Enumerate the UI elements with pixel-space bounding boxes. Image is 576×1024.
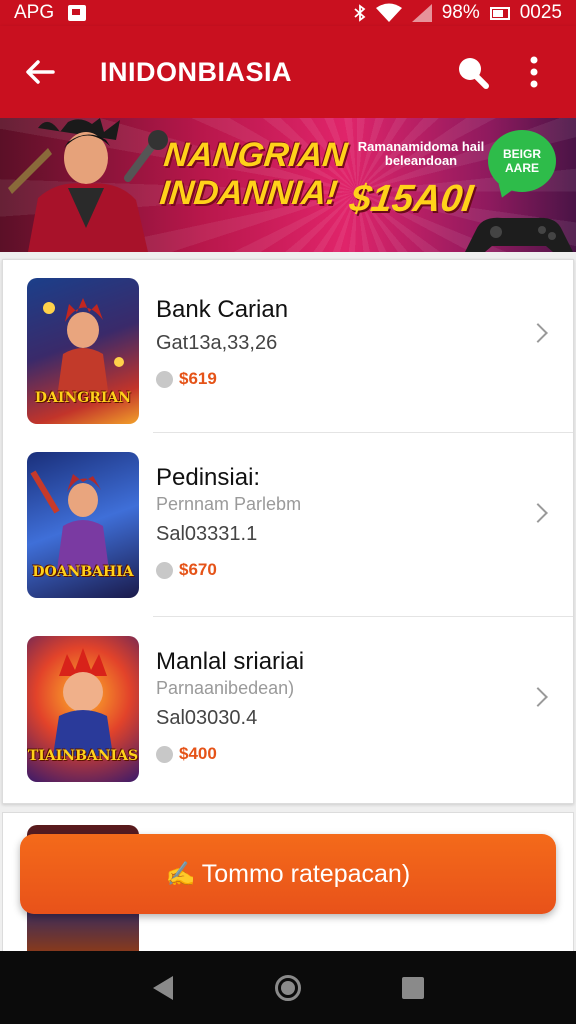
promo-banner[interactable]: NANGRIAN INDANNIA! Ramanamidoma hail bel… [0,118,576,252]
list-item[interactable]: TIAINBANIAS Manlal sriariai Parnaanibede… [3,624,573,808]
item-subtitle: Pernnam Parlebm [156,494,302,514]
promo-bubble: BEIGR AARE [488,130,556,192]
item-title: Manlal sriariai [156,648,305,675]
banner-headline: NANGRIAN INDANNIA! [158,136,350,212]
game-list: DAINGRIAN Bank Carian Gat13a,33,26 $619 … [2,259,574,804]
status-bar: APG 98% 0025 [0,0,576,26]
cta-label: Tommo ratepacan) [201,859,411,888]
thumbnail-title: DOANBAHIA [32,564,134,580]
coin-icon [156,561,173,579]
promo-bubble-text: BEIGR AARE [502,147,541,175]
list-divider [153,432,573,433]
coin-icon [156,370,173,388]
item-price: $619 [179,369,217,388]
game-thumbnail: DOANBAHIA [27,452,139,598]
chevron-right-icon [528,687,548,707]
item-title: Bank Carian [156,296,289,323]
nav-home-button[interactable] [268,968,308,1008]
list-item-text: Pedinsiai: Pernnam Parlebm Sal03331.1 $6… [156,464,301,580]
price-row: $619 [156,369,288,389]
battery-icon [489,6,510,20]
page-title: INIDONBIASIA [100,56,293,87]
back-triangle-icon [152,975,173,1000]
primary-action-button[interactable]: ✍ Tommo ratepacan) [20,834,556,914]
item-title: Pedinsiai: [156,464,261,491]
item-subtitle: Parnaanibedean) [156,678,295,698]
overflow-menu-button[interactable] [512,50,556,94]
list-item[interactable]: DOANBAHIA Pedinsiai: Pernnam Parlebm Sal… [3,440,573,624]
more-vert-icon [530,56,538,88]
carrier-label: APG [14,2,55,23]
wifi-icon [375,3,402,22]
status-left: APG [14,2,87,24]
item-price: $670 [179,560,217,579]
game-thumbnail: DAINGRIAN [27,278,139,424]
item-meta: Sal03030.4 [156,707,258,729]
battery-percent: 98% [441,2,480,23]
thumbnail-title: DAINGRIAN [34,390,132,406]
hero-character-image [8,118,168,252]
nav-back-button[interactable] [143,968,183,1008]
back-button[interactable] [20,52,60,92]
nav-recents-button[interactable] [393,968,433,1008]
bluetooth-icon [354,4,366,22]
chevron-right-icon [528,503,548,523]
app-bar: INIDONBIASIA [0,26,576,118]
thumbnail-title: TIAINBANIAS [27,748,139,764]
chevron-right-icon [528,323,548,343]
home-circle-icon [274,974,301,1001]
list-item-text: Manlal sriariai Parnaanibedean) Sal03030… [156,648,304,764]
back-arrow-icon [26,60,55,84]
gamepad-icon [465,217,573,252]
pencil-icon: ✍ [165,860,196,888]
system-nav-bar [0,951,576,1024]
item-meta: Sal03331.1 [156,523,258,545]
notification-icon [68,5,87,21]
clock: 0025 [519,2,562,23]
search-button[interactable] [450,50,494,94]
list-item[interactable]: DAINGRIAN Bank Carian Gat13a,33,26 $619 [3,260,573,444]
recents-square-icon [402,976,425,999]
price-row: $670 [156,560,301,580]
list-item-text: Bank Carian Gat13a,33,26 $619 [156,296,288,389]
game-thumbnail: TIAINBANIAS [27,636,139,782]
coin-icon [156,745,173,763]
price-row: $400 [156,744,304,764]
status-right: 98% 0025 [354,2,562,24]
signal-icon [411,4,432,22]
list-divider [153,616,573,617]
search-icon [459,58,489,89]
item-meta: Gat13a,33,26 [156,332,278,354]
item-price: $400 [179,744,217,763]
promo-subtitle: Ramanamidoma hail beleandoan [357,139,485,168]
